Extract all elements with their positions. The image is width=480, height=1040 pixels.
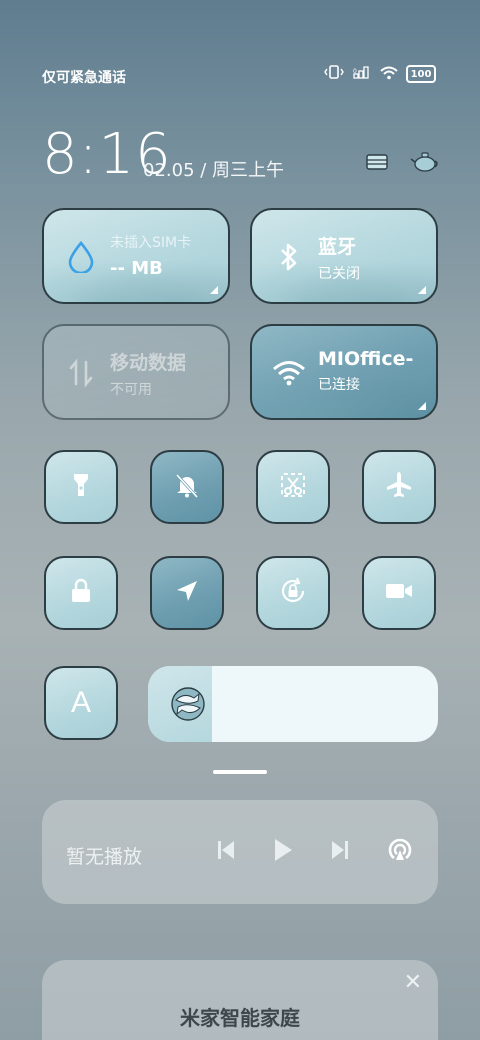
panel-drag-handle[interactable] bbox=[213, 770, 267, 774]
clock-date: 02.05 / 周三上午 bbox=[143, 160, 285, 181]
screenshot-toggle[interactable] bbox=[256, 450, 330, 524]
top-right-icons bbox=[364, 150, 440, 178]
bluetooth-text: 蓝牙 已关闭 bbox=[318, 232, 360, 283]
wifi-text: MIOffice- 已连接 bbox=[318, 348, 413, 394]
mobile-data-text: 移动数据 不可用 bbox=[110, 348, 186, 399]
expand-corner-icon bbox=[418, 402, 426, 410]
media-title: 暂无播放 bbox=[66, 846, 143, 868]
flashlight-toggle[interactable] bbox=[44, 450, 118, 524]
data-usage-text: 未插入SIM卡 -- MB bbox=[110, 232, 191, 279]
carrier-text: 仅可紧急通话 bbox=[42, 70, 126, 86]
mobile-data-icon bbox=[64, 356, 98, 390]
close-icon[interactable]: ✕ bbox=[404, 970, 422, 995]
rotation-lock-icon bbox=[278, 576, 308, 610]
airplane-icon bbox=[384, 470, 414, 504]
edit-tiles-icon[interactable] bbox=[364, 150, 390, 178]
lock-toggle[interactable] bbox=[44, 556, 118, 630]
screen-record-toggle[interactable] bbox=[362, 556, 436, 630]
cast-icon[interactable] bbox=[386, 836, 414, 868]
next-icon[interactable] bbox=[330, 839, 350, 865]
data-usage-tile[interactable]: 未插入SIM卡 -- MB bbox=[42, 208, 230, 304]
data-usage-title: 未插入SIM卡 bbox=[110, 235, 192, 251]
wifi-tile[interactable]: MIOffice- 已连接 bbox=[250, 324, 438, 420]
bluetooth-title: 蓝牙 bbox=[318, 236, 357, 258]
wifi-title: MIOffice- bbox=[318, 348, 414, 370]
media-controls bbox=[216, 836, 414, 868]
wifi-icon bbox=[380, 65, 398, 84]
bluetooth-icon bbox=[272, 240, 306, 274]
mobile-data-tile[interactable]: 移动数据 不可用 bbox=[42, 324, 230, 420]
brightness-slider[interactable] bbox=[148, 666, 438, 742]
play-icon[interactable] bbox=[272, 837, 294, 867]
mobile-data-status: 不可用 bbox=[110, 382, 152, 398]
signal-icon: 0 bbox=[352, 64, 372, 84]
battery-icon: 100 bbox=[406, 65, 436, 83]
bell-off-icon bbox=[173, 471, 201, 503]
status-bar: 仅可紧急通话 0 100 bbox=[0, 62, 480, 92]
bluetooth-tile[interactable]: 蓝牙 已关闭 bbox=[250, 208, 438, 304]
bluetooth-status: 已关闭 bbox=[318, 266, 360, 282]
wifi-tile-icon bbox=[272, 356, 306, 390]
svg-text:0: 0 bbox=[353, 68, 357, 75]
lock-icon bbox=[69, 577, 93, 609]
rotation-lock-toggle[interactable] bbox=[256, 556, 330, 630]
auto-brightness-label: A bbox=[70, 686, 91, 719]
auto-brightness-toggle[interactable]: A bbox=[44, 666, 118, 740]
mobile-data-title: 移动数据 bbox=[110, 352, 187, 374]
battery-level: 100 bbox=[410, 68, 432, 80]
wifi-status: 已连接 bbox=[318, 377, 360, 393]
vibrate-icon bbox=[324, 64, 344, 84]
water-drop-icon bbox=[64, 240, 98, 274]
data-usage-value: -- MB bbox=[110, 258, 163, 279]
video-camera-icon bbox=[384, 579, 414, 607]
teapot-theme-icon[interactable] bbox=[410, 150, 440, 178]
mute-toggle[interactable] bbox=[150, 450, 224, 524]
media-player-card[interactable]: 暂无播放 bbox=[42, 800, 438, 904]
fish-icon[interactable] bbox=[168, 686, 208, 722]
airplane-toggle[interactable] bbox=[362, 450, 436, 524]
expand-corner-icon bbox=[418, 286, 426, 294]
previous-icon[interactable] bbox=[216, 839, 236, 865]
smart-home-title: 米家智能家庭 bbox=[180, 1006, 300, 1030]
location-arrow-icon bbox=[173, 577, 201, 609]
flashlight-icon bbox=[69, 471, 93, 503]
status-icons: 0 100 bbox=[324, 64, 436, 84]
smart-home-card[interactable]: ✕ 米家智能家庭 bbox=[42, 960, 438, 1040]
scissors-icon bbox=[279, 471, 307, 503]
expand-corner-icon bbox=[210, 286, 218, 294]
location-toggle[interactable] bbox=[150, 556, 224, 630]
